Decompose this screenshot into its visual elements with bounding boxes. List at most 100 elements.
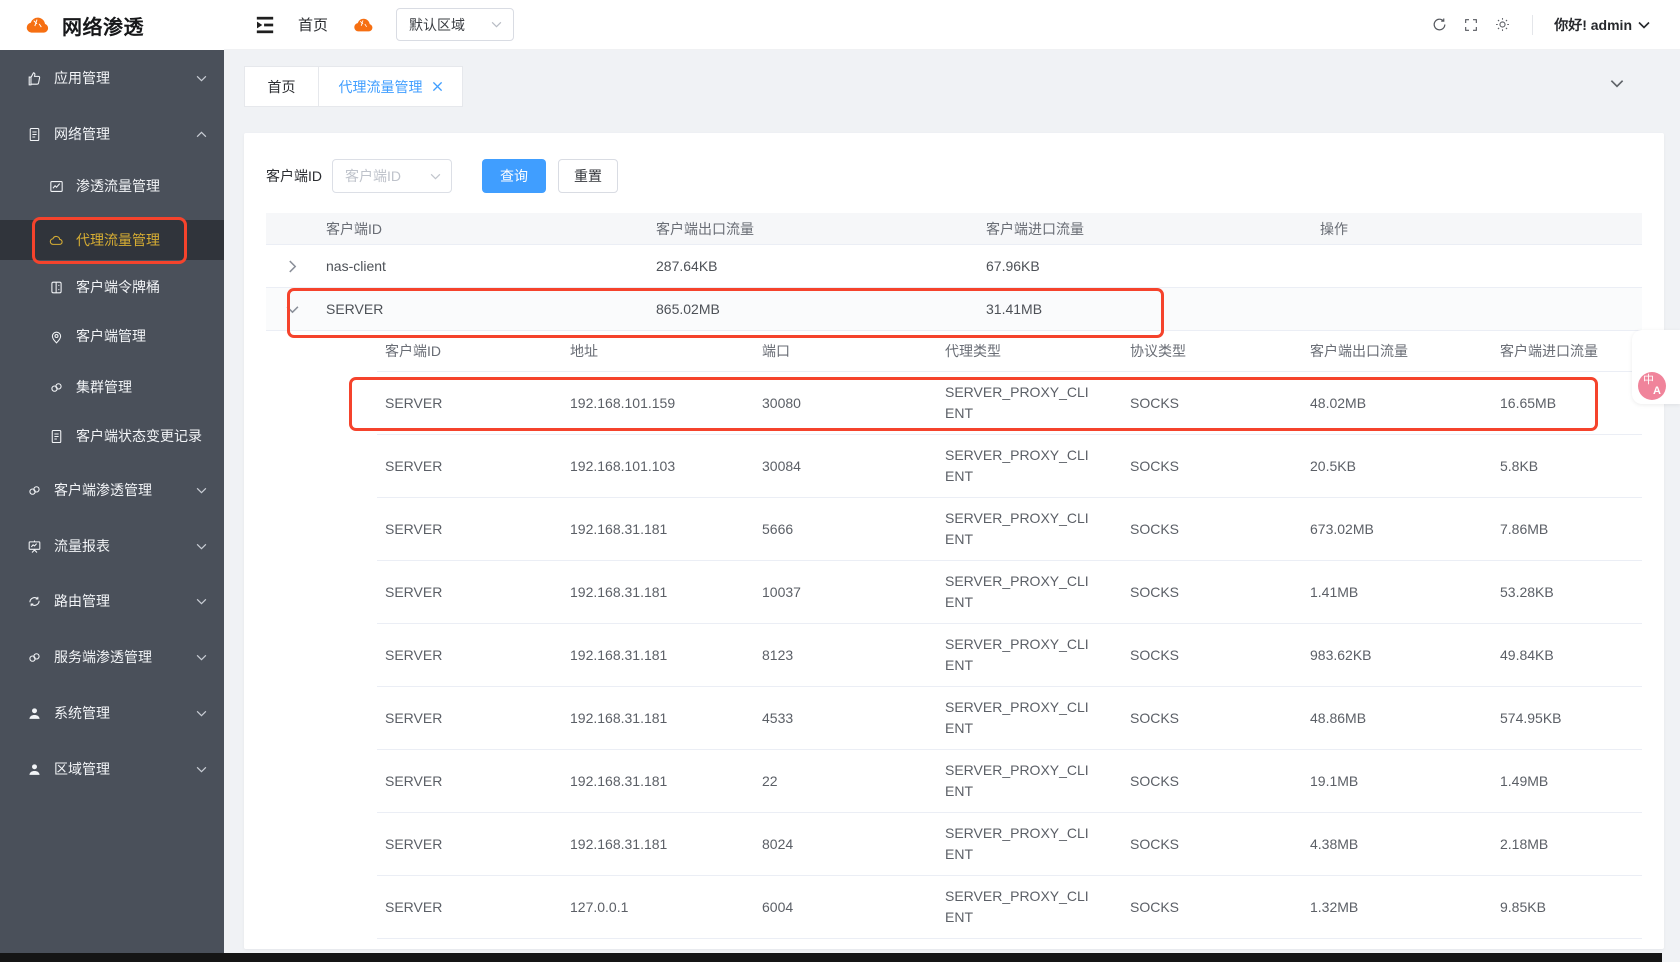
sidebar-item-label: 客户端管理 [76, 326, 146, 346]
column-header: 端口 [754, 331, 937, 371]
token-bucket-icon [48, 279, 65, 296]
port-cell: 4533 [754, 687, 937, 749]
like-icon [26, 70, 43, 87]
table-row: SERVER 192.168.31.181 22 SERVER_PROXY_CL… [377, 750, 1642, 813]
address-cell: 192.168.31.181 [562, 561, 754, 623]
sidebar-item-cluster-management[interactable]: 集群管理 [0, 367, 224, 407]
proxy-type-cell: SERVER_PROXY_CLIENT [937, 624, 1122, 686]
menu-fold-icon[interactable] [254, 15, 276, 35]
divider [1532, 15, 1533, 35]
port-cell: 30080 [754, 372, 937, 434]
column-header: 代理类型 [937, 331, 1122, 371]
chevron-down-icon [196, 654, 207, 661]
table-row: SERVER 192.168.31.181 5666 SERVER_PROXY_… [377, 498, 1642, 561]
greeting-text: 你好! admin [1554, 15, 1632, 35]
table-header-row: 客户端ID 客户端出口流量 客户端进口流量 操作 [266, 213, 1642, 245]
sidebar-item-client-management[interactable]: 客户端管理 [0, 316, 224, 356]
in-traffic-cell: 49.84KB [1492, 624, 1642, 686]
sidebar-item-penetration-traffic[interactable]: 渗透流量管理 [0, 166, 224, 206]
sidebar-item-app-management[interactable]: 应用管理 [0, 58, 224, 98]
address-cell: 192.168.31.181 [562, 624, 754, 686]
sidebar-item-system-management[interactable]: 系统管理 [0, 693, 224, 733]
tab-home[interactable]: 首页 [244, 66, 319, 107]
client-id-select[interactable]: 客户端ID [332, 159, 452, 193]
proxy-type-cell: SERVER_PROXY_CLIENT [937, 435, 1122, 497]
content-panel: 客户端ID 客户端ID 查询 重置 客户端ID 客户端出口流量 客户端进口流量 … [244, 133, 1664, 949]
route-sync-icon [26, 593, 43, 610]
sidebar-item-client-status-log[interactable]: 客户端状态变更记录 [0, 416, 224, 456]
table-header-row: 客户端ID 地址 端口 代理类型 协议类型 客户端出口流量 客户端进口流量 [377, 331, 1642, 372]
client-id-cell: SERVER [318, 288, 648, 330]
protocol-cell: SOCKS [1122, 876, 1302, 938]
address-cell: 127.0.0.1 [562, 876, 754, 938]
proxy-type-cell: SERVER_PROXY_CLIENT [937, 750, 1122, 812]
table-row: SERVER 127.0.0.1 6004 SERVER_PROXY_CLIEN… [377, 876, 1642, 939]
expand-chevron-right-icon[interactable] [266, 245, 318, 287]
out-traffic-cell: 48.02MB [1302, 372, 1492, 434]
brand-cloud-icon [22, 12, 52, 38]
link-icon [26, 649, 43, 666]
column-header: 客户端ID [377, 331, 562, 371]
search-button[interactable]: 查询 [482, 159, 546, 193]
user-menu[interactable]: 你好! admin [1554, 15, 1650, 35]
collapse-chevron-down-icon[interactable] [266, 288, 318, 330]
fullscreen-icon[interactable] [1463, 17, 1479, 33]
chevron-down-icon [196, 598, 207, 605]
sidebar-item-label: 代理流量管理 [76, 230, 160, 250]
page-tabs: 首页 代理流量管理 [244, 66, 463, 107]
table-row: SERVER 192.168.31.181 8123 SERVER_PROXY_… [377, 624, 1642, 687]
refresh-icon[interactable] [1431, 16, 1448, 33]
close-icon[interactable] [432, 81, 443, 92]
table-row: nas-client 287.64KB 67.96KB [266, 245, 1642, 288]
translate-button[interactable]: 中 A [1638, 372, 1666, 400]
in-traffic-cell: 16.65MB [1492, 372, 1642, 434]
tab-proxy-traffic[interactable]: 代理流量管理 [319, 66, 463, 107]
header-actions: 你好! admin [1431, 15, 1680, 35]
region-select[interactable]: 默认区域 [396, 8, 514, 41]
out-traffic-cell: 1.41MB [1302, 561, 1492, 623]
proxy-type-cell: SERVER_PROXY_CLIENT [937, 813, 1122, 875]
proxy-detail-table: 客户端ID 地址 端口 代理类型 协议类型 客户端出口流量 客户端进口流量 SE… [377, 331, 1642, 939]
breadcrumb[interactable]: 首页 [298, 14, 328, 35]
client-traffic-table: 客户端ID 客户端出口流量 客户端进口流量 操作 nas-client 287.… [266, 213, 1642, 331]
protocol-cell: SOCKS [1122, 813, 1302, 875]
port-cell: 30084 [754, 435, 937, 497]
app-logo: 网络渗透 [0, 0, 224, 50]
port-cell: 8123 [754, 624, 937, 686]
sidebar-item-traffic-report[interactable]: 流量报表 [0, 526, 224, 566]
tabbar-chevron-down-icon[interactable] [1610, 79, 1624, 88]
sidebar-item-region-management[interactable]: 区域管理 [0, 749, 224, 789]
out-traffic-cell: 983.62KB [1302, 624, 1492, 686]
out-traffic-cell: 1.32MB [1302, 876, 1492, 938]
in-traffic-cell: 5.8KB [1492, 435, 1642, 497]
sidebar-item-label: 应用管理 [54, 68, 110, 88]
sidebar: 网络渗透 应用管理 网络管理 渗透流量管理 代理流量管理 客户端令牌桶 客户端管… [0, 0, 224, 962]
sidebar-item-client-penetration[interactable]: 客户端渗透管理 [0, 470, 224, 510]
out-traffic-cell: 20.5KB [1302, 435, 1492, 497]
table-row: SERVER 192.168.31.181 10037 SERVER_PROXY… [377, 561, 1642, 624]
client-id-cell: SERVER [377, 750, 562, 812]
client-id-cell: SERVER [377, 372, 562, 434]
actions-cell [1312, 245, 1642, 287]
port-cell: 8024 [754, 813, 937, 875]
out-traffic-cell: 287.64KB [648, 245, 978, 287]
address-cell: 192.168.31.181 [562, 498, 754, 560]
cloud-icon [48, 232, 65, 249]
chevron-down-icon [196, 710, 207, 717]
sidebar-item-label: 区域管理 [54, 759, 110, 779]
sidebar-item-label: 网络管理 [54, 124, 110, 144]
reset-button[interactable]: 重置 [558, 159, 618, 193]
client-id-cell: SERVER [377, 813, 562, 875]
sidebar-item-client-token-bucket[interactable]: 客户端令牌桶 [0, 267, 224, 307]
tab-label: 代理流量管理 [339, 77, 423, 97]
chevron-down-icon [491, 21, 502, 28]
theme-sun-icon[interactable] [1494, 16, 1511, 33]
sidebar-item-proxy-traffic[interactable]: 代理流量管理 [0, 220, 224, 260]
sidebar-item-route-management[interactable]: 路由管理 [0, 581, 224, 621]
column-header: 客户端出口流量 [648, 213, 978, 244]
chevron-down-icon [196, 766, 207, 773]
sidebar-item-network-management[interactable]: 网络管理 [0, 114, 224, 154]
port-cell: 6004 [754, 876, 937, 938]
proxy-type-cell: SERVER_PROXY_CLIENT [937, 561, 1122, 623]
sidebar-item-server-penetration[interactable]: 服务端渗透管理 [0, 637, 224, 677]
